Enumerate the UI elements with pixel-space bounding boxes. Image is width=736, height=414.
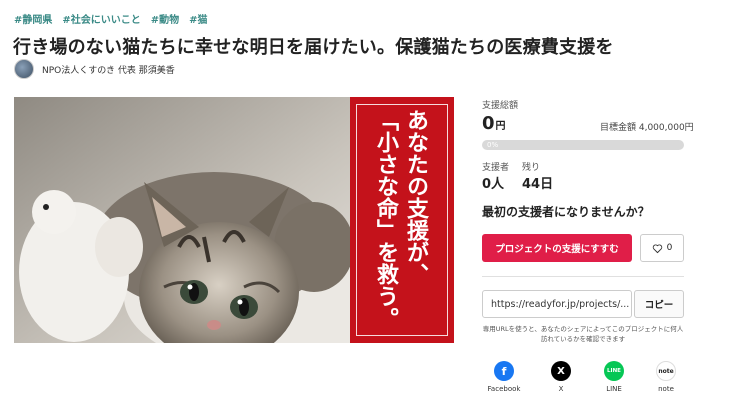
progress-bar	[482, 140, 684, 150]
remaining-label: 残り	[522, 163, 541, 173]
x-icon: X	[551, 361, 571, 381]
facebook-icon: f	[494, 361, 514, 381]
facebook-glyph: f	[501, 364, 507, 378]
total-amount: 0円	[482, 113, 506, 134]
tag-link[interactable]: #動物	[151, 11, 179, 26]
divider	[482, 276, 684, 277]
note-icon: note	[656, 361, 676, 381]
line-icon: LINE	[604, 361, 624, 381]
hero-message-line2: 「小さな命」を救う。	[373, 109, 399, 329]
page-title: 行き場のない猫たちに幸せな明日を届けたい。保護猫たちの医療費支援を	[13, 37, 614, 58]
favorite-button[interactable]: 0	[640, 234, 684, 262]
share-facebook[interactable]: f Facebook	[482, 361, 526, 393]
support-button[interactable]: プロジェクトの支援にすすむ	[482, 234, 632, 262]
support-prompt: 最初の支援者になりませんか？	[482, 205, 650, 219]
supporters-label: 支援者	[482, 163, 510, 173]
progress-label: 0%	[487, 141, 499, 149]
x-glyph: X	[557, 365, 565, 377]
remaining-value: 44日	[522, 177, 554, 192]
tag-link[interactable]: #社会にいいこと	[62, 11, 140, 26]
share-note[interactable]: note note	[644, 361, 688, 393]
avatar	[14, 59, 34, 79]
hero-image: あなたの支援が、 「小さな命」を救う。	[14, 97, 454, 343]
note-glyph: note	[658, 367, 674, 375]
share-label: X	[558, 385, 564, 393]
total-value: 0	[482, 113, 495, 134]
share-label: Facebook	[487, 385, 521, 393]
tag-link[interactable]: #猫	[189, 11, 207, 26]
project-owner[interactable]: NPO法人くすのき 代表 那須美香	[14, 59, 175, 79]
share-label: note	[658, 385, 674, 393]
supporters-value: 0人	[482, 177, 505, 192]
heart-icon	[652, 244, 662, 253]
line-glyph: LINE	[607, 368, 621, 374]
share-url-note: 専用URLを使うと、あなたのシェアによってこのプロジェクトに何人訪れているかを確…	[482, 325, 684, 343]
total-unit: 円	[495, 121, 506, 132]
favorite-count: 0	[666, 243, 673, 253]
share-x[interactable]: X X	[539, 361, 583, 393]
hero-message-line1: あなたの支援が、	[403, 109, 429, 285]
tag-link[interactable]: #静岡県	[14, 11, 52, 26]
total-label: 支援総額	[482, 101, 519, 111]
share-label: LINE	[606, 385, 622, 393]
cat-photo	[14, 97, 350, 343]
goal-amount: 目標金額 4,000,000円	[600, 123, 694, 133]
owner-name[interactable]: NPO法人くすのき 代表 那須美香	[42, 63, 175, 76]
tag-list: #静岡県 #社会にいいこと #動物 #猫	[14, 11, 208, 26]
share-url-field[interactable]: https://readyfor.jp/projects/...	[482, 290, 632, 318]
copy-button[interactable]: コピー	[634, 290, 684, 318]
share-line[interactable]: LINE LINE	[592, 361, 636, 393]
